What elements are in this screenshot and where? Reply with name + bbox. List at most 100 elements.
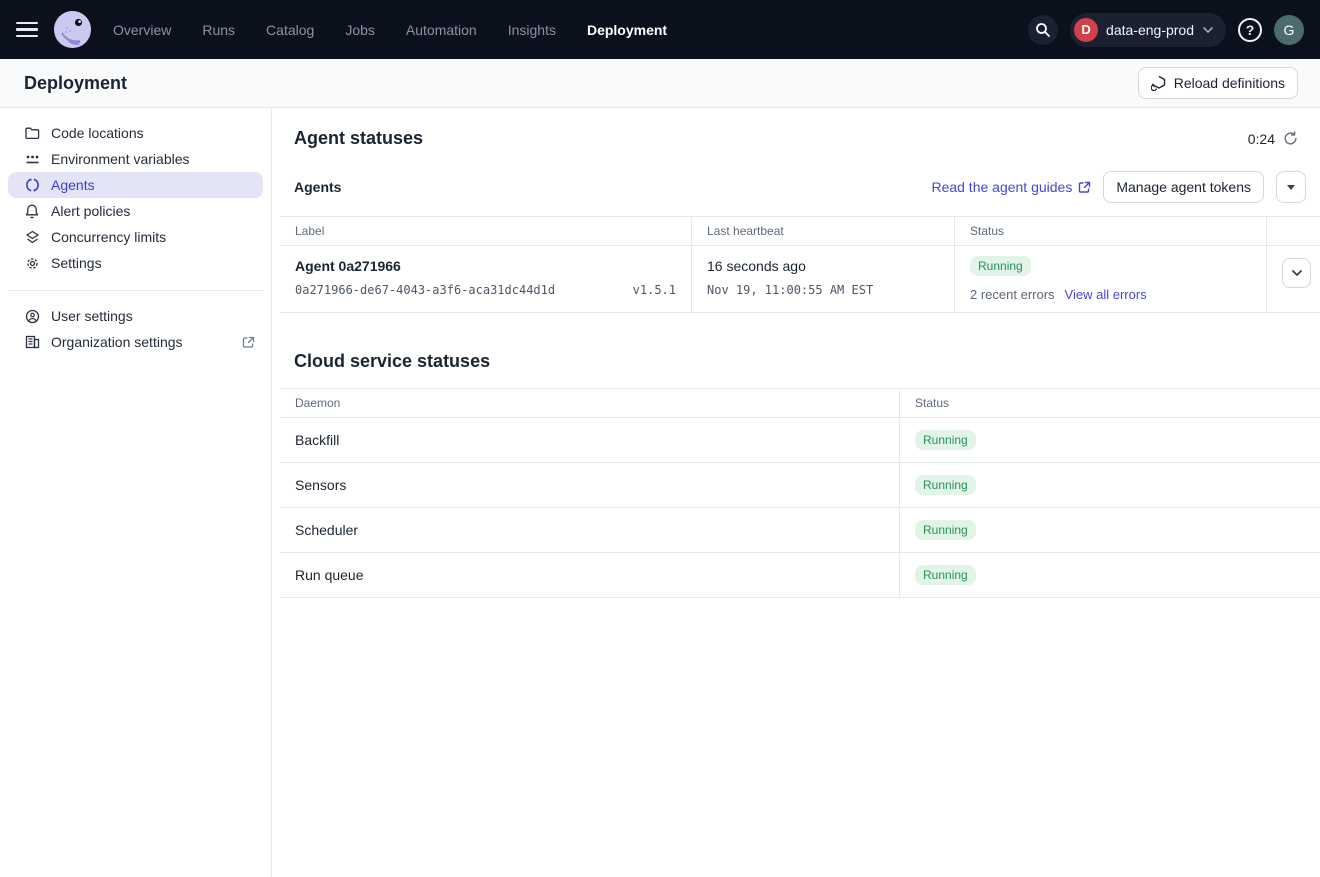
octopus-logo-icon bbox=[54, 11, 91, 48]
gear-icon bbox=[24, 255, 40, 271]
external-link-icon bbox=[242, 336, 255, 349]
nav-item-jobs[interactable]: Jobs bbox=[345, 22, 375, 38]
sidebar-item-code-locations[interactable]: Code locations bbox=[8, 120, 263, 146]
view-all-errors-link[interactable]: View all errors bbox=[1065, 287, 1147, 302]
agent-heartbeat-cell: 16 seconds ago Nov 19, 11:00:55 AM EST bbox=[692, 246, 955, 312]
daemon-row-backfill: Backfill Running bbox=[280, 418, 1320, 463]
daemon-status-cell: Running bbox=[900, 463, 1320, 507]
user-avatar[interactable]: G bbox=[1274, 15, 1304, 45]
nav-item-overview[interactable]: Overview bbox=[113, 22, 171, 38]
refresh-icon[interactable] bbox=[1283, 131, 1298, 146]
dagster-logo[interactable] bbox=[54, 11, 91, 48]
agent-icon bbox=[24, 177, 40, 193]
top-navbar: Overview Runs Catalog Jobs Automation In… bbox=[0, 0, 1320, 59]
status-badge: Running bbox=[915, 565, 976, 585]
sidebar-item-label: Environment variables bbox=[51, 151, 190, 167]
nav-item-automation[interactable]: Automation bbox=[406, 22, 477, 38]
daemon-name: Backfill bbox=[280, 418, 900, 462]
agent-guides-link[interactable]: Read the agent guides bbox=[931, 179, 1091, 195]
reload-icon bbox=[1151, 75, 1167, 91]
status-badge: Running bbox=[915, 475, 976, 495]
sidebar-item-label: Agents bbox=[51, 177, 95, 193]
status-badge: Running bbox=[915, 430, 976, 450]
nav-item-deployment[interactable]: Deployment bbox=[587, 22, 667, 38]
agent-id: 0a271966-de67-4043-a3f6-aca31dc44d1d bbox=[295, 283, 555, 297]
agent-expand-button[interactable] bbox=[1282, 258, 1311, 288]
agents-heading: Agents bbox=[294, 179, 341, 195]
agent-version: v1.5.1 bbox=[633, 283, 676, 297]
organization-icon bbox=[24, 334, 40, 350]
layers-icon bbox=[24, 229, 40, 245]
sidebar-item-alert-policies[interactable]: Alert policies bbox=[8, 198, 263, 224]
sidebar-item-user-settings[interactable]: User settings bbox=[8, 303, 263, 329]
daemon-row-run-queue: Run queue Running bbox=[280, 553, 1320, 598]
main-content: Agent statuses 0:24 Agents Read the agen… bbox=[272, 108, 1320, 877]
hamburger-menu-icon[interactable] bbox=[16, 16, 44, 44]
page-header: Deployment Reload definitions bbox=[0, 59, 1320, 108]
manage-agent-tokens-label: Manage agent tokens bbox=[1116, 179, 1251, 195]
reload-definitions-button[interactable]: Reload definitions bbox=[1138, 67, 1298, 99]
daemon-name: Sensors bbox=[280, 463, 900, 507]
daemon-status-cell: Running bbox=[900, 553, 1320, 597]
daemon-name: Run queue bbox=[280, 553, 900, 597]
heartbeat-relative: 16 seconds ago bbox=[707, 258, 939, 274]
daemon-row-scheduler: Scheduler Running bbox=[280, 508, 1320, 553]
sidebar-item-concurrency-limits[interactable]: Concurrency limits bbox=[8, 224, 263, 250]
heartbeat-timestamp: Nov 19, 11:00:55 AM EST bbox=[707, 283, 939, 297]
settings-sidebar: Code locations Environment variables Age… bbox=[0, 108, 272, 877]
agent-status-cell: Running 2 recent errors View all errors bbox=[955, 246, 1267, 312]
column-header-label: Label bbox=[280, 217, 692, 245]
sidebar-item-label: Code locations bbox=[51, 125, 144, 141]
folder-icon bbox=[24, 125, 40, 141]
page-title: Deployment bbox=[24, 73, 127, 94]
primary-nav: Overview Runs Catalog Jobs Automation In… bbox=[113, 22, 667, 38]
env-variables-icon bbox=[24, 151, 40, 167]
sidebar-item-organization-settings[interactable]: Organization settings bbox=[8, 329, 263, 355]
sidebar-item-label: Organization settings bbox=[51, 334, 183, 350]
agents-table-header: Label Last heartbeat Status bbox=[280, 217, 1320, 246]
sidebar-divider bbox=[8, 290, 263, 291]
agent-expand-cell bbox=[1267, 246, 1320, 312]
cloud-table-header: Daemon Status bbox=[280, 389, 1320, 418]
deployment-switcher[interactable]: D data-eng-prod bbox=[1070, 13, 1226, 47]
deployment-initial-badge: D bbox=[1074, 18, 1098, 42]
external-link-icon bbox=[1078, 181, 1091, 194]
help-button[interactable]: ? bbox=[1238, 18, 1262, 42]
cloud-services-table: Daemon Status Backfill Running Sensors R… bbox=[280, 388, 1320, 598]
refresh-countdown: 0:24 bbox=[1248, 131, 1275, 147]
column-header-status: Status bbox=[955, 217, 1267, 245]
column-header-actions bbox=[1267, 217, 1320, 245]
sidebar-item-label: Alert policies bbox=[51, 203, 130, 219]
caret-down-icon bbox=[1287, 185, 1295, 190]
agent-actions-dropdown-button[interactable] bbox=[1276, 171, 1306, 203]
deployment-name: data-eng-prod bbox=[1106, 22, 1194, 38]
status-badge: Running bbox=[915, 520, 976, 540]
agent-label-cell: Agent 0a271966 0a271966-de67-4043-a3f6-a… bbox=[280, 246, 692, 312]
nav-item-runs[interactable]: Runs bbox=[202, 22, 235, 38]
daemon-name: Scheduler bbox=[280, 508, 900, 552]
status-badge: Running bbox=[970, 256, 1031, 276]
bell-icon bbox=[24, 203, 40, 219]
nav-item-insights[interactable]: Insights bbox=[508, 22, 556, 38]
sidebar-item-label: Concurrency limits bbox=[51, 229, 166, 245]
sidebar-item-label: Settings bbox=[51, 255, 102, 271]
sidebar-item-environment-variables[interactable]: Environment variables bbox=[8, 146, 263, 172]
cloud-service-statuses-title: Cloud service statuses bbox=[294, 351, 1306, 372]
sidebar-item-agents[interactable]: Agents bbox=[8, 172, 263, 198]
agent-name: Agent 0a271966 bbox=[295, 258, 676, 274]
column-header-daemon: Daemon bbox=[280, 389, 900, 417]
agent-statuses-title: Agent statuses bbox=[294, 128, 423, 149]
agent-guides-label: Read the agent guides bbox=[931, 179, 1072, 195]
column-header-last-heartbeat: Last heartbeat bbox=[692, 217, 955, 245]
sidebar-item-settings[interactable]: Settings bbox=[8, 250, 263, 276]
column-header-status: Status bbox=[900, 389, 1320, 417]
nav-item-catalog[interactable]: Catalog bbox=[266, 22, 314, 38]
search-button[interactable] bbox=[1028, 15, 1058, 45]
chevron-down-icon bbox=[1291, 269, 1303, 277]
manage-agent-tokens-button[interactable]: Manage agent tokens bbox=[1103, 171, 1264, 203]
reload-definitions-label: Reload definitions bbox=[1174, 75, 1285, 91]
agent-row: Agent 0a271966 0a271966-de67-4043-a3f6-a… bbox=[280, 246, 1320, 313]
sidebar-item-label: User settings bbox=[51, 308, 133, 324]
recent-errors-text: 2 recent errors bbox=[970, 287, 1055, 302]
daemon-status-cell: Running bbox=[900, 508, 1320, 552]
